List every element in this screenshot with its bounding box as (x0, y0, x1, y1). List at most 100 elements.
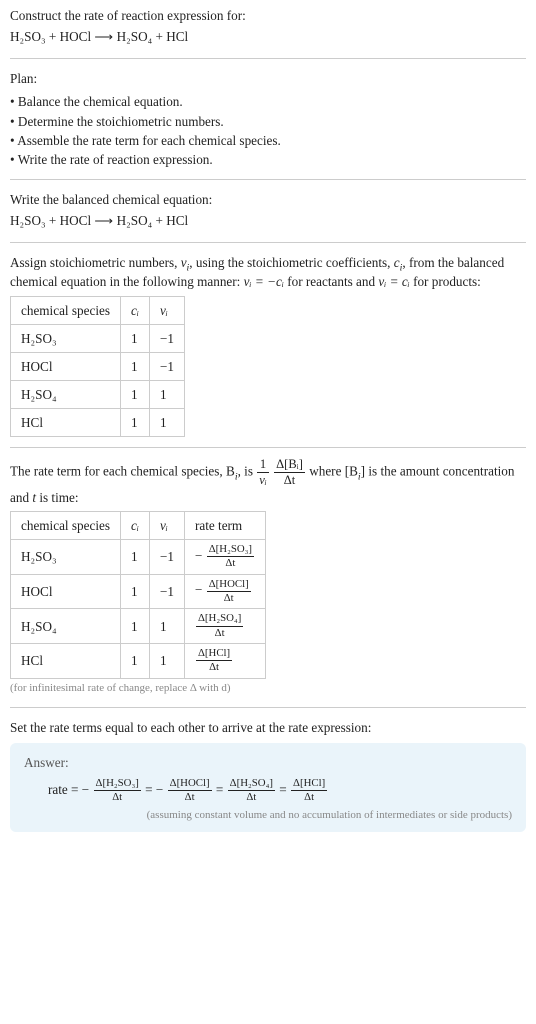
denominator: Δt (196, 627, 243, 639)
divider (10, 58, 526, 59)
text: Assign stoichiometric numbers, (10, 255, 181, 270)
fraction: Δ[H₂SO₄] Δt (195, 613, 244, 639)
species-cell: HOCl (11, 574, 121, 609)
text: is time: (36, 490, 79, 505)
relation-reactants: νᵢ = −cᵢ (244, 274, 284, 289)
divider (10, 707, 526, 708)
text: , is (238, 464, 257, 479)
stoich-paragraph: Assign stoichiometric numbers, νi, using… (10, 253, 526, 291)
equals: = (145, 782, 156, 797)
ci-cell: 1 (120, 324, 149, 352)
fraction: Δ[HOCl] Δt (206, 579, 252, 605)
text: νᵢ (160, 518, 168, 533)
species-cell: HCl (11, 409, 121, 437)
numerator: Δ[H₂SO₄] (228, 778, 275, 791)
ci-cell: 1 (120, 409, 149, 437)
stoichiometry-table: chemical species cᵢ νᵢ H₂SO₃ 1 −1 HOCl 1… (10, 296, 185, 438)
numerator: Δ[Bᵢ] (274, 458, 305, 473)
col-ci: cᵢ (120, 296, 149, 324)
nui-cell: 1 (149, 644, 184, 679)
ci-cell: 1 (120, 644, 149, 679)
fraction: Δ[HCl] Δt (290, 778, 328, 804)
plan-item: Assemble the rate term for each chemical… (10, 131, 526, 150)
species-cell: H₂SO₃ (11, 539, 121, 574)
denominator: Δt (228, 791, 275, 803)
species-cell: H₂SO₄ (11, 380, 121, 408)
fraction: Δ[H₂SO₃] Δt (93, 778, 142, 804)
fraction-delta-b: Δ[Bᵢ] Δt (273, 458, 306, 487)
denominator: Δt (207, 592, 251, 604)
fraction: Δ[HOCl] Δt (167, 778, 213, 804)
answer-expression: rate = − Δ[H₂SO₃] Δt = − Δ[HOCl] Δt = Δ[… (24, 778, 512, 804)
nui-cell: −1 (149, 352, 184, 380)
plan-heading: Plan: (10, 69, 526, 88)
nui-cell: 1 (149, 409, 184, 437)
rate-term-table: chemical species cᵢ νᵢ rate term H₂SO₃ 1… (10, 511, 266, 679)
ci-cell: 1 (120, 609, 149, 644)
rate-term-cell: Δ[H₂SO₄] Δt (184, 609, 265, 644)
numerator: Δ[HCl] (291, 778, 327, 791)
col-rate-term: rate term (184, 511, 265, 539)
divider (10, 179, 526, 180)
col-ci: cᵢ (120, 511, 149, 539)
table-row: HCl 1 1 Δ[HCl] Δt (11, 644, 266, 679)
nui-cell: −1 (149, 324, 184, 352)
reaction-balanced: H₂SO₃ + HOCl ⟶ H₂SO₄ + HCl (10, 213, 188, 228)
nui-cell: −1 (149, 539, 184, 574)
rate-equals: rate = (48, 782, 82, 797)
col-nui: νᵢ (149, 511, 184, 539)
table-row: H₂SO₃ 1 −1 (11, 324, 185, 352)
nui-cell: 1 (149, 380, 184, 408)
table-row: HOCl 1 −1 (11, 352, 185, 380)
sign: − (82, 782, 89, 797)
denominator: Δt (291, 791, 327, 803)
numerator: 1 (257, 458, 269, 473)
denominator: νᵢ (257, 473, 269, 487)
rate-term-cell: − Δ[H₂SO₃] Δt (184, 539, 265, 574)
text: cᵢ (131, 518, 139, 533)
text: The rate term for each chemical species,… (10, 464, 235, 479)
text: νᵢ (160, 303, 168, 318)
text: cᵢ (131, 303, 139, 318)
species-cell: HOCl (11, 352, 121, 380)
denominator: Δt (207, 557, 254, 569)
col-species: chemical species (11, 296, 121, 324)
divider (10, 447, 526, 448)
numerator: Δ[H₂SO₃] (94, 778, 141, 791)
unbalanced-equation: H₂SO₃ + HOCl ⟶ H₂SO₄ + HCl (10, 25, 526, 48)
species-cell: HCl (11, 644, 121, 679)
numerator: Δ[HOCl] (207, 579, 251, 592)
text: , using the stoichiometric coefficients, (189, 255, 393, 270)
sign: − (156, 782, 163, 797)
table-row: H₂SO₃ 1 −1 − Δ[H₂SO₃] Δt (11, 539, 266, 574)
table-header-row: chemical species cᵢ νᵢ (11, 296, 185, 324)
answer-title: Answer: (24, 753, 512, 772)
table-row: HOCl 1 −1 − Δ[HOCl] Δt (11, 574, 266, 609)
text: where [B (309, 464, 358, 479)
ci-cell: 1 (120, 352, 149, 380)
plan-item: Determine the stoichiometric numbers. (10, 112, 526, 131)
prompt-line: Construct the rate of reaction expressio… (10, 6, 526, 25)
ci-cell: 1 (120, 380, 149, 408)
equals: = (216, 782, 227, 797)
rate-term-cell: − Δ[HOCl] Δt (184, 574, 265, 609)
denominator: Δt (168, 791, 212, 803)
fraction: Δ[H₂SO₃] Δt (206, 544, 255, 570)
infinitesimal-note: (for infinitesimal rate of change, repla… (10, 681, 526, 697)
nui-cell: −1 (149, 574, 184, 609)
numerator: Δ[H₂SO₄] (196, 613, 243, 626)
divider (10, 242, 526, 243)
balanced-equation: H₂SO₃ + HOCl ⟶ H₂SO₄ + HCl (10, 209, 526, 232)
denominator: Δt (196, 661, 232, 673)
nu-symbol: νi (181, 255, 190, 270)
rate-term-cell: Δ[HCl] Δt (184, 644, 265, 679)
numerator: Δ[HCl] (196, 648, 232, 661)
plan-item: Balance the chemical equation. (10, 92, 526, 111)
reaction-unbalanced: H₂SO₃ + HOCl ⟶ H₂SO₄ + HCl (10, 29, 188, 44)
col-species: chemical species (11, 511, 121, 539)
denominator: Δt (274, 473, 305, 487)
fraction: Δ[HCl] Δt (195, 648, 233, 674)
relation-products: νᵢ = cᵢ (378, 274, 409, 289)
table-row: H₂SO₄ 1 1 (11, 380, 185, 408)
table-row: H₂SO₄ 1 1 Δ[H₂SO₄] Δt (11, 609, 266, 644)
